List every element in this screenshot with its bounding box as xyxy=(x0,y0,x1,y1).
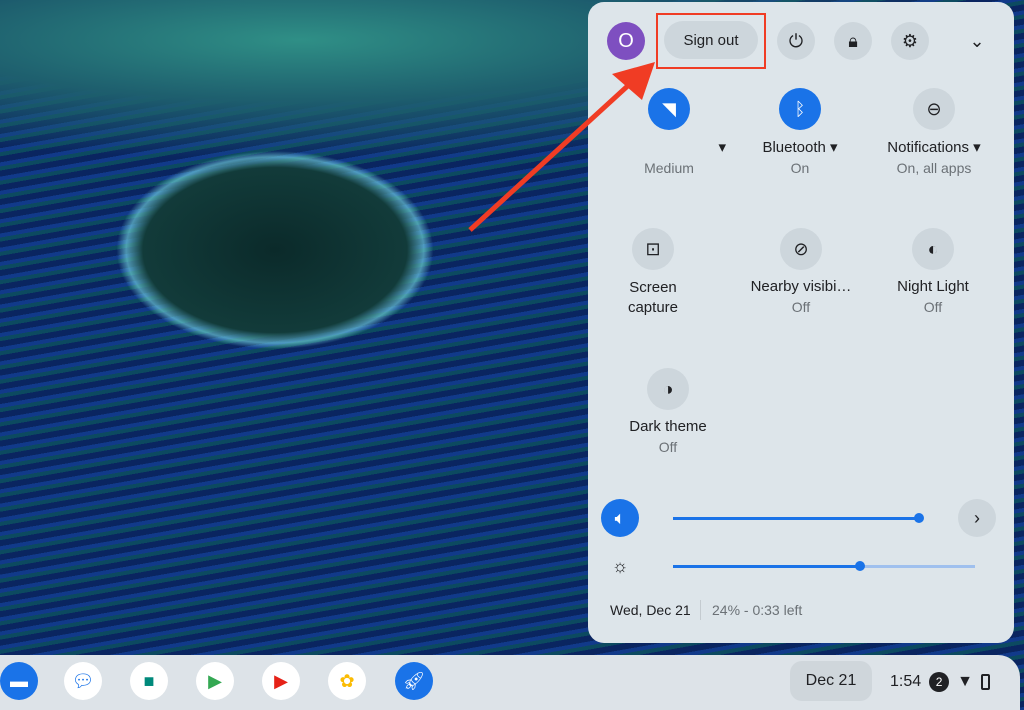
files-app-icon[interactable]: ▬ xyxy=(0,662,38,700)
shelf-date-button[interactable]: Dec 21 xyxy=(790,661,872,701)
battery-icon xyxy=(980,674,990,690)
messages-app-icon[interactable]: 💬︎ xyxy=(64,662,102,700)
status-area[interactable]: 1:54 2 ▼ xyxy=(890,672,990,692)
wifi-icon: ▼ xyxy=(957,673,973,690)
play-store-app-icon[interactable]: ▶ xyxy=(196,662,234,700)
youtube-app-icon[interactable]: ▶ xyxy=(262,662,300,700)
clock: 1:54 xyxy=(890,673,922,690)
explore-app-icon[interactable]: 🚀︎ xyxy=(395,662,433,700)
notification-count-badge: 2 xyxy=(929,672,950,692)
meet-app-icon[interactable]: ■ xyxy=(130,662,168,700)
highlight-arrow xyxy=(468,62,655,232)
photos-app-icon[interactable]: ✿ xyxy=(328,662,366,700)
